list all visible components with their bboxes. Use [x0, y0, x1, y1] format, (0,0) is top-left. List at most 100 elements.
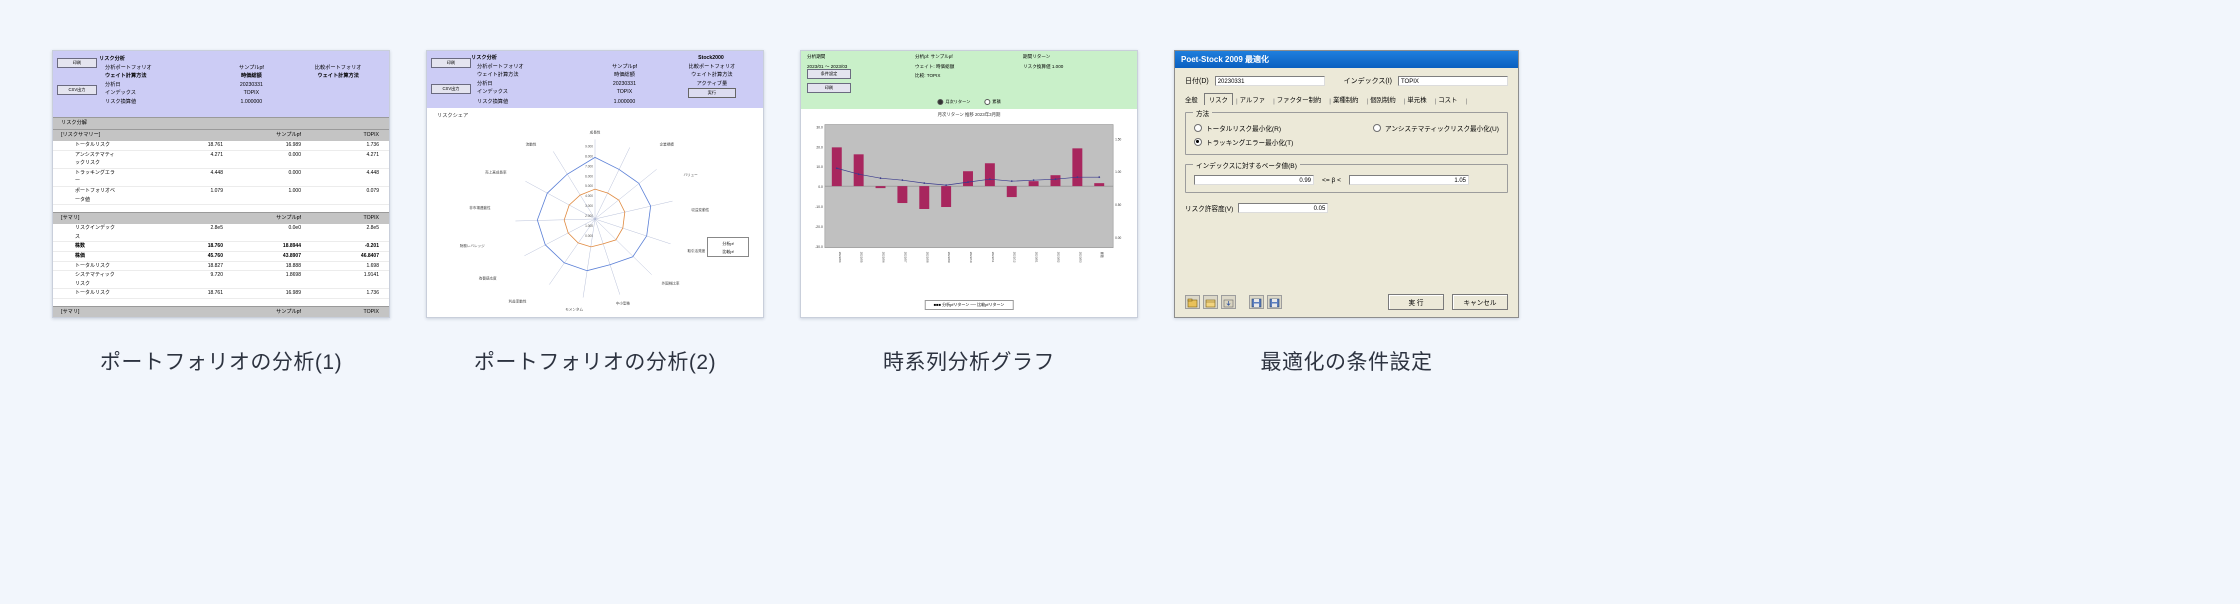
row-value-1: 4.448 — [210, 169, 223, 176]
header-value-4: 1.000000 — [240, 98, 263, 105]
radio-tracking-error-min[interactable]: トラッキングエラー最小化(T) — [1194, 137, 1499, 147]
row-value-2: 16.989 — [285, 290, 301, 297]
tab-alpha[interactable]: アルファ — [1240, 94, 1271, 105]
dialog-titlebar: Poet-Stock 2009 最適化 — [1175, 51, 1518, 68]
header-right-1: リスク換算値 1.000 — [1023, 63, 1064, 69]
radar-header-right-label-1: ウェイト計算方法 — [691, 72, 733, 78]
svg-text:流動性: 流動性 — [526, 141, 537, 146]
row-label: トータルリスク — [75, 290, 111, 297]
figure-optimization-settings: Poet-Stock 2009 最適化 日付(D) 20230331 インデック… — [1174, 50, 1519, 376]
svg-text:2.000: 2.000 — [585, 214, 593, 218]
radar-header-label-0: 分析ポートフォリオ — [477, 63, 524, 70]
method-group: 方法 トータルリスク最小化(R) アンシステマティックリスク最小化(U) トラッ… — [1185, 108, 1508, 155]
row-value-3: 2.8e5 — [366, 225, 379, 232]
svg-text:2022/08: 2022/08 — [925, 252, 929, 263]
radio-total-risk-min[interactable]: トータルリスク最小化(R) — [1194, 123, 1281, 133]
folder-icon[interactable] — [1203, 295, 1218, 309]
dialog-button-row: 実 行 キャンセル — [1185, 294, 1508, 310]
timeseries-chart: 月次リターン 推移 2023年3月期 30.0 20.0 10.0 0.0 -1… — [801, 109, 1137, 317]
header-right-0: 期間リターン — [1023, 54, 1051, 59]
table-row: 株価 45.760 43.8907 46.8407 — [53, 251, 389, 262]
thumbnail-optimization-settings[interactable]: Poet-Stock 2009 最適化 日付(D) 20230331 インデック… — [1174, 50, 1519, 318]
date-input[interactable]: 20230331 — [1214, 76, 1325, 86]
tab-risk[interactable]: リスク — [1203, 93, 1233, 105]
radio-label-1: 累積 — [992, 99, 1001, 104]
svg-text:20.0: 20.0 — [816, 145, 823, 149]
figure-caption: ポートフォリオの分析(1) — [99, 351, 343, 374]
svg-text:企業規模: 企業規模 — [660, 141, 675, 146]
row-value-2: 0.000 — [288, 169, 301, 176]
header-value-0: サンプルpf — [238, 64, 264, 71]
svg-text:2022/11: 2022/11 — [991, 252, 995, 263]
execute-button[interactable]: 実 行 — [1388, 294, 1444, 310]
save-icon[interactable] — [1249, 295, 1264, 309]
section-header-1: [サマリ] サンプルpf TOPIX — [53, 212, 389, 225]
row-value-2: 1.8698 — [285, 272, 301, 279]
row-value-3: 1.736 — [366, 290, 379, 297]
thumbnail-portfolio-analysis-1[interactable]: 印刷 CSV出力 リスク分析 分析ポートフォリオ サンプルpf 比較ポートフォリ… — [52, 50, 390, 318]
cancel-button[interactable]: キャンセル — [1452, 294, 1508, 310]
svg-text:2023/02: 2023/02 — [1056, 252, 1060, 263]
risk-tolerance-row: リスク許容度(V) 0.05 — [1185, 203, 1508, 213]
tab-individual-constraint[interactable]: 個別制約 — [1370, 94, 1401, 105]
beta-min-input[interactable]: 0.99 — [1194, 175, 1314, 185]
report-header: 印刷 CSV出力 リスク分析 分析ポートフォリオ サンプルpf 比較ポートフォリ… — [53, 51, 389, 117]
svg-text:2023/03: 2023/03 — [1078, 252, 1082, 263]
header-mid-2: 比較: TOPIX — [915, 73, 941, 78]
print-button[interactable]: 印刷 — [57, 58, 97, 68]
radar-header-label-2: 分析日 — [477, 80, 493, 87]
section-label-risk-decomposition: リスク分解 — [53, 117, 389, 129]
condition-settings-button[interactable]: 条件設定 — [807, 69, 851, 79]
beta-max-input[interactable]: 1.05 — [1349, 175, 1470, 185]
tab-general[interactable]: 全般 — [1185, 94, 1203, 105]
svg-text:1.50: 1.50 — [1115, 137, 1121, 141]
tab-cost[interactable]: コスト — [1438, 94, 1462, 105]
tab-factor-constraint[interactable]: ファクター制約 — [1277, 94, 1326, 105]
svg-text:30.0: 30.0 — [816, 125, 823, 129]
radio-label-0: 月次リターン — [945, 99, 971, 104]
section-title-2: [サマリ] — [61, 308, 80, 315]
svg-text:中小型株: 中小型株 — [616, 300, 631, 305]
method-group-title: 方法 — [1193, 108, 1213, 118]
row-label: 株価 — [75, 252, 86, 259]
risk-tolerance-input[interactable]: 0.05 — [1238, 203, 1329, 213]
import-icon[interactable] — [1221, 295, 1236, 309]
save-as-icon[interactable] — [1267, 295, 1282, 309]
execute-button[interactable]: 実行 — [687, 88, 736, 98]
radar-legend: 分析pf 比較pf — [707, 237, 749, 257]
tab-unit-shares[interactable]: 単元株 — [1407, 94, 1431, 105]
section-header-0: [リスクサマリー] サンプルpf TOPIX — [53, 129, 389, 141]
svg-text:2022/07: 2022/07 — [903, 252, 907, 263]
thumbnail-portfolio-analysis-2[interactable]: 印刷 CSV出力 リスク分析 Stock2000 分析ポートフォリオ サンプルp… — [426, 50, 764, 318]
radar-header-value-3: TOPIX — [616, 89, 633, 95]
dialog-title-text: Poet-Stock 2009 最適化 — [1181, 55, 1270, 64]
thumbnail-timeseries-graph[interactable]: 分析期間 分析pf: サンプルpf 期間リターン 2023/01 ～ 2023/… — [800, 50, 1138, 318]
radio-unsystematic-risk-min[interactable]: アンシステマティックリスク最小化(U) — [1373, 123, 1499, 133]
header-label-1: ウェイト計算方法 — [105, 73, 147, 79]
index-input[interactable]: TOPIX — [1398, 76, 1508, 86]
date-label: 日付(D) — [1185, 78, 1209, 85]
row-label: トラッキングエラー — [75, 169, 115, 185]
tab-sector-constraint[interactable]: 業種制約 — [1333, 94, 1364, 105]
print-button[interactable]: 印刷 — [431, 58, 471, 68]
radio-monthly-return[interactable]: 月次リターン — [937, 99, 970, 105]
timeseries-chart-svg: 30.0 20.0 10.0 0.0 -10.0 -20.0 -30.0 1.5… — [815, 124, 1122, 263]
open-icon[interactable] — [1185, 295, 1200, 309]
radar-header-right-label-0: 比較ポートフォリオ — [688, 63, 736, 70]
header-col3-title: 比較ポートフォリオ — [314, 64, 362, 71]
index-label: インデックス(I) — [1343, 78, 1392, 85]
header-label-3: インデックス — [105, 90, 136, 96]
print-button[interactable]: 印刷 — [807, 83, 851, 93]
header-label-4: リスク換算値 — [105, 98, 137, 105]
spacer — [53, 205, 389, 213]
svg-text:5.000: 5.000 — [585, 184, 593, 188]
row-value-1: 2.8e5 — [210, 225, 223, 232]
radio-cumulative[interactable]: 累積 — [984, 99, 1001, 105]
dialog-tabs: 全般 リスク | アルファ | ファクター制約 | 業種制約 | 個別制約 | … — [1185, 93, 1508, 105]
row-value-3: 46.8407 — [360, 252, 379, 259]
header-label-0: 分析ポートフォリオ — [105, 64, 152, 71]
csv-export-button[interactable]: CSV出力 — [57, 85, 97, 95]
row-value-1: 1.079 — [210, 187, 223, 194]
beta-group: インデックスに対するベータ値(B) 0.99 <= β < 1.05 — [1185, 160, 1508, 193]
svg-text:2022/05: 2022/05 — [860, 252, 864, 263]
